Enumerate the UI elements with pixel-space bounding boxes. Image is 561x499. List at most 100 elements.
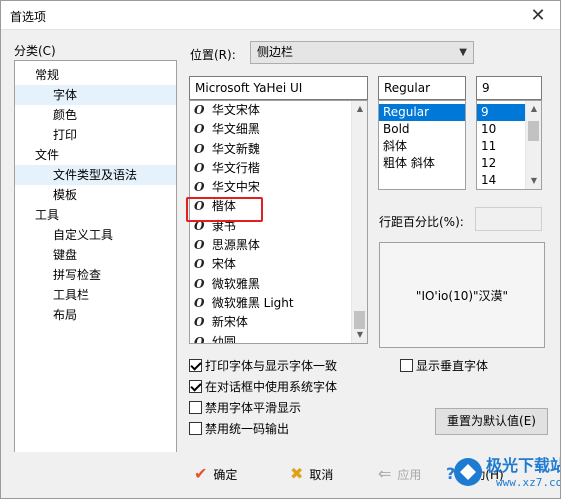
tree-item[interactable]: 打印 — [15, 125, 176, 145]
tree-item[interactable]: 文件类型及语法 — [15, 165, 176, 185]
font-name: 思源黑体 — [208, 238, 260, 253]
tree-item[interactable]: 拼写检查 — [15, 265, 176, 285]
size-option[interactable]: 9 — [477, 104, 526, 121]
font-name: 微软雅黑 — [208, 276, 260, 291]
font-list-item[interactable]: O 新宋体 — [190, 313, 367, 332]
tree-item[interactable]: 键盘 — [15, 245, 176, 265]
reset-defaults-button[interactable]: 重置为默认值(E) — [435, 408, 548, 435]
font-list-item[interactable]: O 华文新魏 — [190, 140, 367, 159]
font-style-input[interactable]: Regular — [378, 76, 466, 100]
tree-item[interactable]: 常规 — [15, 65, 176, 85]
checkmark-icon: ✔ — [194, 464, 208, 483]
watermark-url: www.xz7.com — [496, 476, 561, 489]
preview-text: "IO'io(10)"汉漠" — [415, 288, 509, 303]
checkbox-label: 打印字体与显示字体一致 — [205, 359, 338, 373]
font-list-item[interactable]: O 华文中宋 — [190, 178, 367, 197]
font-list-item[interactable]: O 华文细黑 — [190, 120, 367, 139]
cross-icon: ✖ — [290, 464, 304, 483]
size-option[interactable]: 12 — [477, 155, 526, 172]
scroll-down-icon[interactable]: ▼ — [352, 327, 367, 343]
category-tree[interactable]: 常规 字体 颜色 打印 文件 文件类型及语法 模板 工具 自定义工具 键盘 拼写检查 工具栏 布局 — [14, 60, 177, 458]
option-system-font[interactable]: 在对话框中使用系统字体 — [189, 378, 337, 395]
tree-item[interactable]: 布局 — [15, 305, 176, 325]
checkbox-label: 显示垂直字体 — [416, 359, 489, 373]
checkbox[interactable] — [189, 401, 202, 414]
arrow-left-icon: ⇐ — [378, 464, 392, 483]
font-list-item[interactable]: O 楷体 — [190, 197, 367, 216]
font-list-scrollbar[interactable]: ▲ ▼ — [351, 101, 367, 343]
font-items: O 华文宋体 O 华文细黑 O 华文新魏 O 华文行楷 O 华文中宋 O 楷体 O 隶书 O … — [190, 101, 367, 344]
position-select[interactable]: 侧边栏 ▼ — [250, 41, 474, 64]
tree-item[interactable]: 模板 — [15, 185, 176, 205]
scroll-up-icon[interactable]: ▲ — [352, 101, 367, 117]
scroll-up-icon[interactable]: ▲ — [526, 101, 541, 117]
checkbox[interactable] — [189, 380, 202, 393]
size-option[interactable]: 11 — [477, 138, 526, 155]
font-name: 华文中宋 — [208, 180, 260, 195]
font-size-input[interactable]: 9 — [476, 76, 542, 100]
tree-item[interactable]: 工具栏 — [15, 285, 176, 305]
font-name-input[interactable]: Microsoft YaHei UI — [189, 76, 368, 100]
font-style-list[interactable]: Regular Bold 斜体 粗体 斜体 — [378, 100, 466, 190]
font-list-item[interactable]: O 幼圆 — [190, 333, 367, 344]
category-label: 分类(C) — [14, 44, 56, 58]
ok-button[interactable]: ✔ 确定 — [194, 461, 237, 487]
watermark-text: 极光下载站 — [486, 456, 561, 475]
font-name: 宋体 — [208, 257, 236, 272]
line-spacing-label: 行距百分比(%): — [379, 215, 464, 229]
opentype-icon: O — [194, 238, 205, 253]
font-list-item[interactable]: O 华文行楷 — [190, 159, 367, 178]
tree-item[interactable]: 自定义工具 — [15, 225, 176, 245]
font-name: 楷体 — [208, 199, 236, 214]
opentype-icon: O — [194, 141, 205, 156]
font-list-item[interactable]: O 华文宋体 — [190, 101, 367, 120]
checkbox[interactable] — [400, 359, 413, 372]
style-option[interactable]: Regular — [379, 104, 465, 121]
tree-item[interactable]: 文件 — [15, 145, 176, 165]
tree-item[interactable]: 颜色 — [15, 105, 176, 125]
font-name: 微软雅黑 Light — [208, 295, 294, 310]
opentype-icon: O — [194, 257, 205, 272]
font-preview: "IO'io(10)"汉漠" — [379, 242, 545, 348]
font-name: 隶书 — [208, 218, 236, 233]
font-list-item[interactable]: O 宋体 — [190, 255, 367, 274]
font-list-item[interactable]: O 微软雅黑 — [190, 275, 367, 294]
tree-item[interactable]: 字体 — [15, 85, 176, 105]
font-list-item[interactable]: O 隶书 — [190, 217, 367, 236]
cancel-button[interactable]: ✖ 取消 — [290, 461, 333, 487]
opentype-icon: O — [194, 160, 205, 175]
font-size-list[interactable]: 9 10 11 12 14 ▲ ▼ — [476, 100, 542, 190]
scroll-down-icon[interactable]: ▼ — [526, 173, 541, 189]
opentype-icon: O — [194, 315, 205, 330]
opentype-icon: O — [194, 122, 205, 137]
cancel-label: 取消 — [309, 467, 334, 482]
position-label: 位置(R): — [190, 48, 236, 62]
size-option[interactable]: 10 — [477, 121, 526, 138]
apply-button[interactable]: ⇐ 应用 — [378, 461, 421, 487]
tree-item[interactable]: 工具 — [15, 205, 176, 225]
chevron-down-icon: ▼ — [459, 47, 467, 58]
font-name: 幼圆 — [208, 334, 236, 344]
option-disable-smoothing[interactable]: 禁用字体平滑显示 — [189, 399, 301, 416]
style-option[interactable]: Bold — [379, 121, 465, 138]
scroll-thumb[interactable] — [528, 121, 539, 141]
size-list-scrollbar[interactable]: ▲ ▼ — [525, 101, 541, 189]
option-vertical-font[interactable]: 显示垂直字体 — [400, 357, 488, 374]
size-option[interactable]: 14 — [477, 172, 526, 189]
title-bar: 首选项 ✕ — [0, 0, 561, 30]
opentype-icon: O — [194, 180, 205, 195]
style-option[interactable]: 粗体 斜体 — [379, 155, 465, 172]
font-list-item[interactable]: O 微软雅黑 Light — [190, 294, 367, 313]
font-name: 新宋体 — [208, 315, 248, 330]
checkbox[interactable] — [189, 422, 202, 435]
close-icon[interactable]: ✕ — [515, 0, 561, 30]
line-spacing-input[interactable] — [475, 207, 542, 231]
option-print-match[interactable]: 打印字体与显示字体一致 — [189, 357, 337, 374]
font-list[interactable]: O 华文宋体 O 华文细黑 O 华文新魏 O 华文行楷 O 华文中宋 O 楷体 O 隶书 O … — [189, 100, 368, 344]
font-list-item[interactable]: O 思源黑体 — [190, 236, 367, 255]
checkbox[interactable] — [189, 359, 202, 372]
option-disable-unicode[interactable]: 禁用统一码输出 — [189, 420, 289, 437]
style-option[interactable]: 斜体 — [379, 138, 465, 155]
font-name: 华文行楷 — [208, 160, 260, 175]
opentype-icon: O — [194, 218, 205, 233]
